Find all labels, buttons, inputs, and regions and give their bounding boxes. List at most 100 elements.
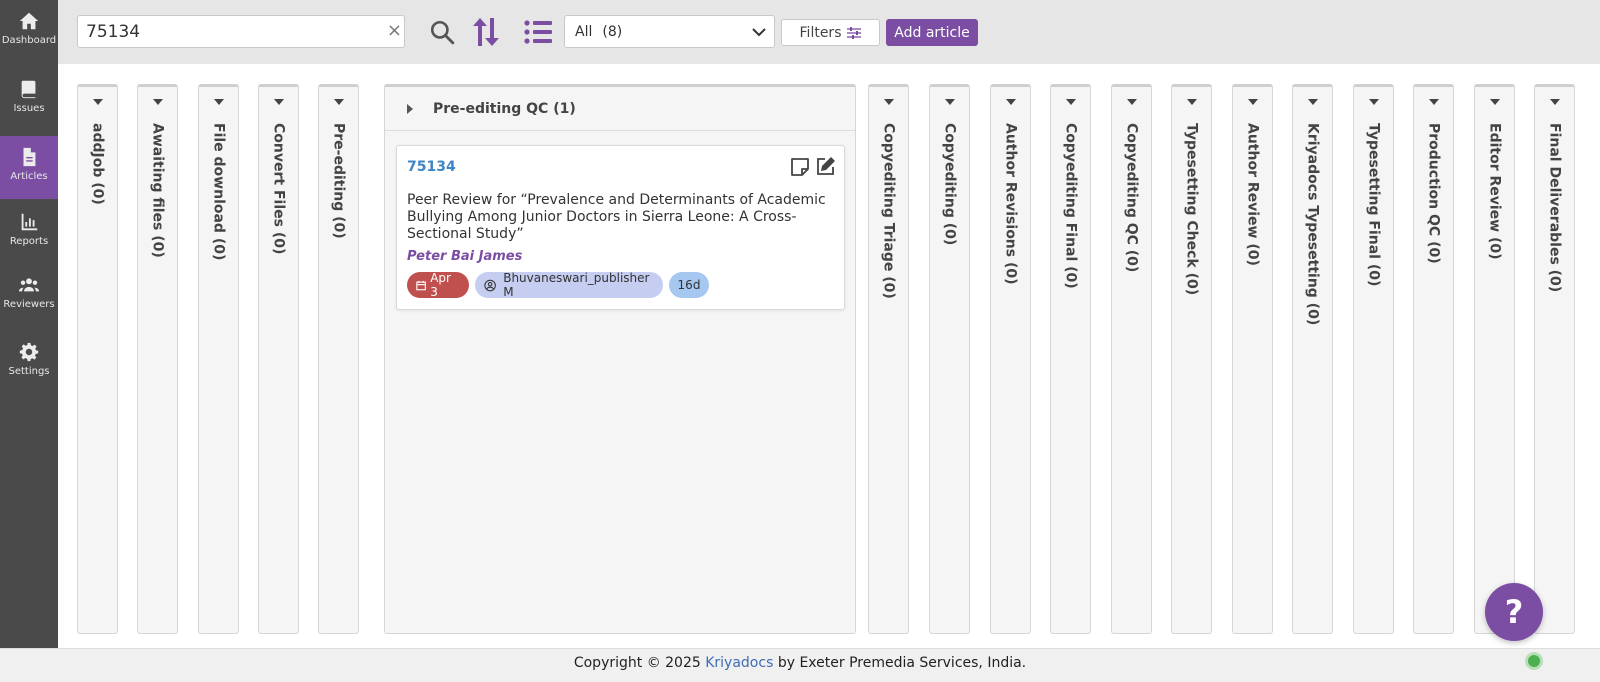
- caret-down-icon[interactable]: [944, 99, 955, 105]
- chevron-down-icon: [752, 28, 766, 37]
- caret-down-icon[interactable]: [1489, 99, 1500, 105]
- column-header[interactable]: Pre-editing QC (1): [385, 87, 855, 131]
- caret-down-icon[interactable]: [1549, 99, 1560, 105]
- sidebar-item-dashboard[interactable]: Dashboard: [0, 10, 58, 60]
- caret-down-icon[interactable]: [92, 99, 103, 105]
- stage-column-author-revisions[interactable]: Author Revisions (0): [990, 84, 1031, 634]
- user-circle-icon: [484, 279, 496, 291]
- sidebar-item-label: Issues: [13, 103, 45, 114]
- sidebar-item-label: Settings: [8, 366, 50, 377]
- sidebar-item-label: Dashboard: [1, 35, 57, 46]
- column-label: addJob (0): [89, 123, 106, 205]
- search-icon[interactable]: [429, 19, 455, 45]
- search-box: ×: [77, 15, 405, 48]
- status-filter-select[interactable]: All (8): [564, 15, 775, 48]
- stage-column-copyediting[interactable]: Copyediting (0): [929, 84, 970, 634]
- caret-down-icon[interactable]: [1186, 99, 1197, 105]
- copyright-suffix: by Exeter Premedia Services, India.: [777, 655, 1027, 671]
- clear-search-button[interactable]: ×: [387, 20, 402, 42]
- article-card[interactable]: 75134 Peer Review for “Prevalence and De…: [396, 145, 845, 310]
- column-label: Convert Files (0): [270, 123, 287, 255]
- sliders-icon: [847, 26, 862, 39]
- connection-status-indicator: [1528, 655, 1540, 667]
- stage-column-addjob[interactable]: addJob (0): [77, 84, 118, 634]
- stage-column-awaiting-files[interactable]: Awaiting files (0): [137, 84, 178, 634]
- stage-column-pre-editing-qc: Pre-editing QC (1) 75134 Peer Review for…: [384, 84, 856, 634]
- caret-down-icon[interactable]: [1428, 99, 1439, 105]
- sidebar-item-label: Articles: [10, 171, 48, 182]
- column-label: Copyediting QC (0): [1123, 123, 1140, 273]
- column-label: Editor Review (0): [1486, 123, 1503, 260]
- gear-icon: [19, 342, 39, 362]
- sidebar-item-label: Reports: [9, 236, 49, 247]
- sidebar-item-articles[interactable]: Articles: [0, 136, 58, 199]
- document-icon: [23, 147, 36, 167]
- stage-column-convert-files[interactable]: Convert Files (0): [258, 84, 299, 634]
- select-value-label: All: [575, 23, 593, 40]
- stage-column-pre-editing[interactable]: Pre-editing (0): [318, 84, 359, 634]
- add-article-button[interactable]: Add article: [886, 19, 978, 46]
- column-label: Pre-editing (0): [330, 123, 347, 239]
- stage-column-copyediting-qc[interactable]: Copyediting QC (0): [1111, 84, 1152, 634]
- due-date-badge: Apr 3: [407, 271, 469, 299]
- caret-down-icon[interactable]: [1005, 99, 1016, 105]
- filters-button[interactable]: Filters: [781, 19, 880, 46]
- caret-down-icon[interactable]: [883, 99, 894, 105]
- article-id-link[interactable]: 75134: [407, 159, 456, 175]
- sidebar-item-reports[interactable]: Reports: [0, 211, 58, 261]
- sort-icon[interactable]: [471, 16, 501, 48]
- sidebar: Dashboard Issues Articles Reports Review…: [0, 0, 58, 662]
- caret-down-icon[interactable]: [273, 99, 284, 105]
- copyright-text: Copyright © 2025 Kriyadocs by Exeter Pre…: [0, 655, 1600, 671]
- column-label: Typesetting Final (0): [1365, 123, 1382, 287]
- article-author: Peter Bai James: [407, 249, 523, 264]
- footer: Copyright © 2025 Kriyadocs by Exeter Pre…: [0, 648, 1600, 682]
- caret-down-icon[interactable]: [1307, 99, 1318, 105]
- column-label: Awaiting files (0): [149, 123, 166, 258]
- caret-down-icon[interactable]: [152, 99, 163, 105]
- sidebar-item-settings[interactable]: Settings: [0, 341, 58, 391]
- stage-column-typesetting-final[interactable]: Typesetting Final (0): [1353, 84, 1394, 634]
- stage-column-production-qc[interactable]: Production QC (0): [1413, 84, 1454, 634]
- sidebar-item-issues[interactable]: Issues: [0, 78, 58, 128]
- sticky-note-icon[interactable]: [789, 156, 811, 178]
- age-badge: 16d: [669, 272, 709, 298]
- caret-down-icon[interactable]: [333, 99, 344, 105]
- stage-column-author-review[interactable]: Author Review (0): [1232, 84, 1273, 634]
- stage-column-kriyadocs-typesetting[interactable]: Kriyadocs Typesetting (0): [1292, 84, 1333, 634]
- topbar: × All (8) Filters Add article: [58, 0, 1600, 64]
- caret-down-icon[interactable]: [1126, 99, 1137, 105]
- sidebar-item-reviewers[interactable]: Reviewers: [0, 274, 58, 324]
- search-input[interactable]: [78, 16, 378, 47]
- caret-down-icon[interactable]: [213, 99, 224, 105]
- home-icon: [19, 12, 39, 30]
- column-label: File download (0): [210, 123, 227, 261]
- chart-icon: [21, 213, 38, 231]
- column-label: Typesetting Check (0): [1183, 123, 1200, 296]
- caret-down-icon[interactable]: [1247, 99, 1258, 105]
- stage-column-copyediting-triage[interactable]: Copyediting Triage (0): [868, 84, 909, 634]
- copyright-prefix: Copyright © 2025: [573, 655, 701, 671]
- stage-column-file-download[interactable]: File download (0): [198, 84, 239, 634]
- column-label: Author Revisions (0): [1002, 123, 1019, 285]
- kriyadocs-link[interactable]: Kriyadocs: [705, 655, 773, 671]
- column-label: Final Deliverables (0): [1546, 123, 1563, 293]
- column-title: Pre-editing QC (1): [433, 100, 576, 117]
- help-button[interactable]: ?: [1485, 583, 1543, 641]
- kanban-board: addJob (0) Awaiting files (0) File downl…: [58, 64, 1600, 662]
- calendar-icon: [416, 280, 426, 290]
- stage-column-typesetting-check[interactable]: Typesetting Check (0): [1171, 84, 1212, 634]
- caret-down-icon[interactable]: [1368, 99, 1379, 105]
- stage-column-copyediting-final[interactable]: Copyediting Final (0): [1050, 84, 1091, 634]
- assignee-badge: Bhuvaneswari_publisher M: [475, 271, 663, 299]
- stage-column-editor-review[interactable]: Editor Review (0): [1474, 84, 1515, 634]
- column-label: Copyediting (0): [941, 123, 958, 246]
- list-view-icon[interactable]: [523, 19, 553, 45]
- article-title: Peer Review for “Prevalence and Determin…: [407, 192, 826, 242]
- caret-down-icon[interactable]: [1065, 99, 1076, 105]
- column-label: Production QC (0): [1425, 123, 1442, 264]
- caret-right-icon: [407, 103, 413, 114]
- stage-column-final-deliverables[interactable]: Final Deliverables (0): [1534, 84, 1575, 634]
- column-label: Author Review (0): [1244, 123, 1261, 266]
- edit-icon[interactable]: [815, 155, 837, 177]
